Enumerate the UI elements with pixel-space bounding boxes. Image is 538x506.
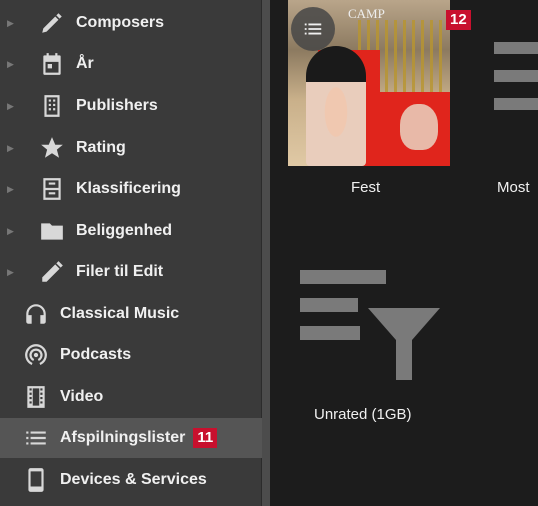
sidebar-item-label: Podcasts (60, 346, 132, 363)
chevron-right-icon[interactable]: ▶ (7, 143, 15, 153)
list-icon (22, 424, 50, 452)
chevron-right-icon[interactable]: ▶ (7, 267, 15, 277)
splitter[interactable] (262, 0, 270, 506)
podcast-icon (22, 341, 50, 369)
chevron-right-icon[interactable]: ▶ (7, 59, 15, 69)
sidebar-item-video[interactable]: Video (0, 377, 262, 417)
sidebar-item-podcasts[interactable]: Podcasts (0, 335, 262, 375)
folder-icon (38, 217, 66, 245)
sidebar-item-rating[interactable]: ▶ Rating (0, 128, 262, 168)
headphones-icon (22, 300, 50, 328)
sidebar-item-classical-music[interactable]: Classical Music (0, 294, 262, 334)
sidebar-item-label: Publishers (76, 97, 158, 114)
badge-12: 12 (446, 10, 471, 30)
sidebar-item-label: Composers (76, 14, 165, 31)
cabinet-icon (38, 175, 66, 203)
chevron-right-icon[interactable]: ▶ (7, 184, 15, 194)
sidebar-item-filer-til-edit[interactable]: ▶ Filer til Edit (0, 252, 262, 292)
sidebar-item-label: Filer til Edit (76, 263, 164, 280)
sidebar-item-label: Devices & Services (60, 471, 207, 488)
playlist-tile-caption[interactable]: Unrated (1GB) (314, 406, 412, 423)
sidebar-item-label: År (76, 55, 94, 72)
playlist-icon[interactable] (494, 40, 538, 120)
chevron-right-icon[interactable]: ▶ (7, 101, 15, 111)
sidebar-item-label: Classical Music (60, 305, 180, 322)
sidebar-item-year[interactable]: ▶ År (0, 44, 262, 84)
calendar-icon (38, 50, 66, 78)
list-menu-button[interactable] (291, 7, 335, 51)
chevron-right-icon[interactable]: ▶ (7, 226, 15, 236)
sidebar-item-label: Klassificering (76, 180, 181, 197)
dog-graphic (400, 104, 438, 150)
list-icon (304, 23, 322, 35)
sidebar-item-devices-services[interactable]: Devices & Services (0, 460, 262, 500)
pen-icon (38, 9, 66, 37)
building-icon (38, 92, 66, 120)
sidebar-item-composers[interactable]: ▶ Composers (0, 3, 262, 43)
sidebar-item-label: Beliggenhed (76, 222, 173, 239)
badge-11: 11 (193, 428, 218, 448)
sidebar-item-klassificering[interactable]: ▶ Klassificering (0, 169, 262, 209)
filter-playlist-icon[interactable] (300, 268, 442, 384)
sidebar: ▶ Composers ▶ År ▶ Publishers ▶ Rating ▶… (0, 0, 262, 506)
sidebar-item-label: Rating (76, 139, 126, 156)
portrait-graphic (306, 46, 366, 166)
sidebar-item-beliggenhed[interactable]: ▶ Beliggenhed (0, 211, 262, 251)
sidebar-item-label: Video (60, 388, 104, 405)
phone-icon (22, 466, 50, 494)
playlist-tile-caption[interactable]: Most (497, 179, 530, 196)
film-icon (22, 383, 50, 411)
chevron-right-icon[interactable]: ▶ (7, 18, 15, 28)
star-icon (38, 134, 66, 162)
sidebar-item-publishers[interactable]: ▶ Publishers (0, 86, 262, 126)
pencil-icon (38, 258, 66, 286)
sidebar-item-afspilningslister[interactable]: Afspilningslister 11 (0, 418, 262, 458)
playlist-tile-caption[interactable]: Fest (351, 179, 380, 196)
sidebar-item-label: Afspilningslister 11 (60, 428, 218, 448)
tile-badge-wrap: 12 (446, 10, 471, 30)
album-art-text: CAMP (348, 6, 385, 21)
